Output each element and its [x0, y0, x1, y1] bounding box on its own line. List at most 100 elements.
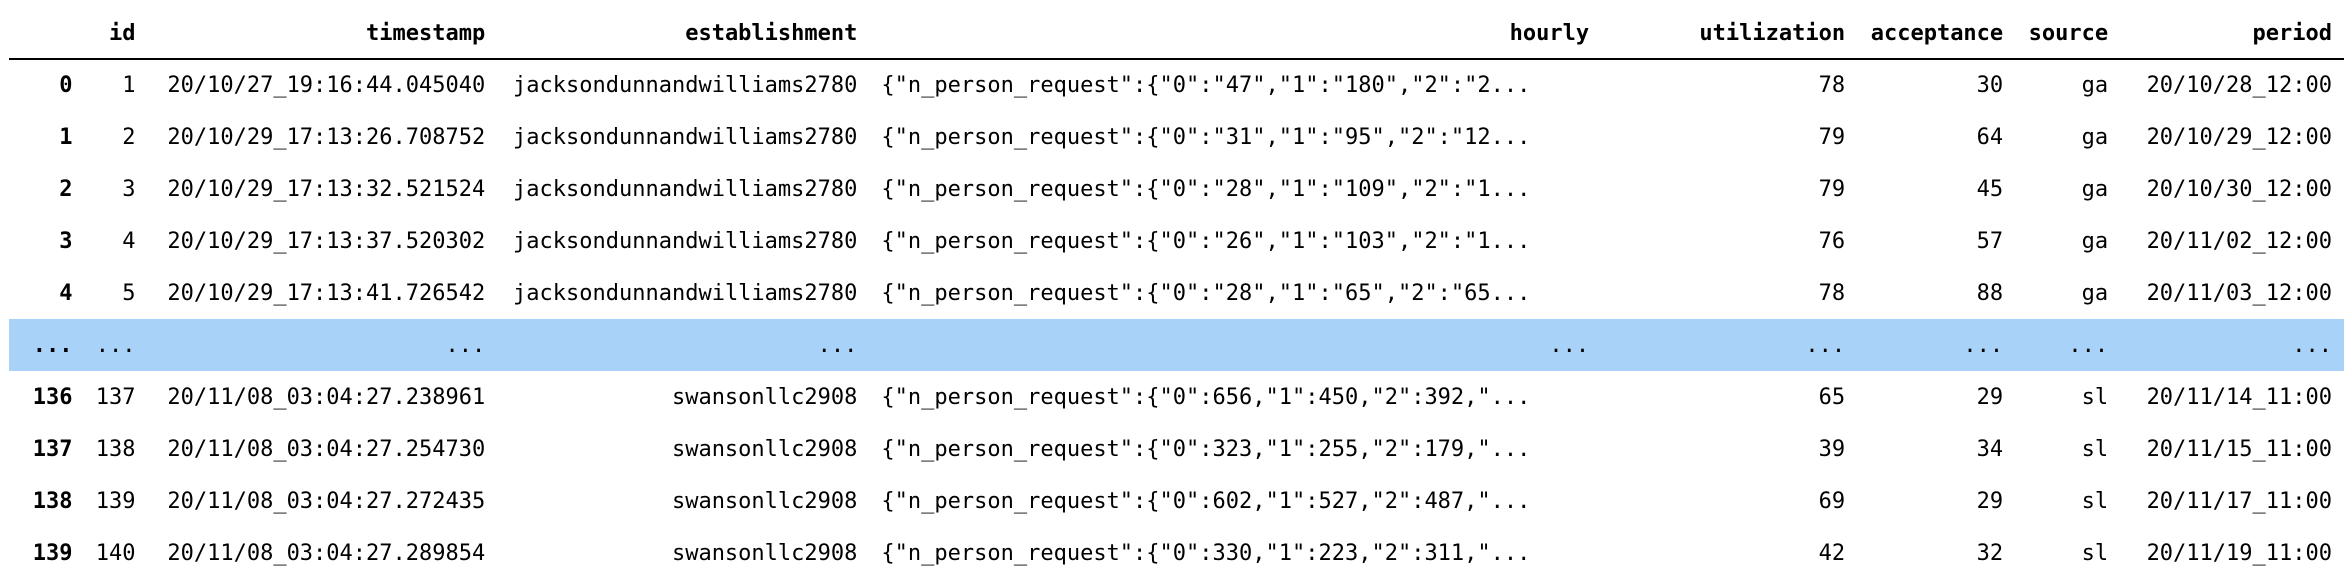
cell-timestamp: 20/10/29_17:13:32.521524 [167, 176, 486, 202]
table-row: 137 138 20/11/08_03:04:27.254730 swansonllc… [9, 423, 2344, 475]
cell-index: 2 [59, 176, 73, 202]
cell-source: ga [2081, 124, 2109, 150]
cell-utilization: 76 [1818, 228, 1846, 254]
cell-source: sl [2081, 384, 2109, 410]
cell-id: 3 [122, 176, 136, 202]
cell-id: 1 [122, 73, 136, 98]
cell-acceptance: 88 [1976, 280, 2004, 306]
cell-timestamp: 20/11/08_03:04:27.289854 [167, 540, 486, 566]
cell-acceptance: ... [1963, 332, 2004, 358]
column-header-timestamp: timestamp [147, 8, 498, 60]
cell-period: 20/10/30_12:00 [2146, 176, 2332, 202]
column-header-source: source [2015, 8, 2121, 60]
cell-acceptance: 45 [1976, 176, 2004, 202]
cell-hourly: {"n_person_request":{"0":"31","1":"95","… [881, 124, 1531, 150]
cell-hourly: ... [1549, 332, 1590, 358]
cell-index: 4 [59, 280, 73, 306]
cell-index: 1 [59, 124, 73, 150]
cell-acceptance: 32 [1976, 540, 2004, 566]
cell-period: 20/11/19_11:00 [2146, 540, 2332, 566]
cell-id: 4 [122, 228, 136, 254]
cell-source: ga [2081, 73, 2109, 98]
cell-hourly: {"n_person_request":{"0":323,"1":255,"2"… [881, 436, 1531, 462]
cell-utilization: 79 [1818, 124, 1846, 150]
cell-hourly: {"n_person_request":{"0":330,"1":223,"2"… [881, 540, 1531, 566]
table-body: 0 1 20/10/27_19:16:44.045040 jacksondunnand… [9, 59, 2344, 579]
cell-utilization: 65 [1818, 384, 1846, 410]
cell-acceptance: 30 [1976, 73, 2004, 98]
cell-index: 137 [32, 436, 73, 462]
cell-establishment: jacksondunnandwilliams2780 [513, 176, 858, 202]
cell-establishment: swansonllc2908 [671, 488, 858, 514]
cell-timestamp: 20/11/08_03:04:27.272435 [167, 488, 486, 514]
cell-id: 137 [95, 384, 136, 410]
cell-hourly: {"n_person_request":{"0":"26","1":"103",… [881, 228, 1531, 254]
cell-id: 138 [95, 436, 136, 462]
cell-utilization: 42 [1818, 540, 1846, 566]
table-row: 3 4 20/10/29_17:13:37.520302 jacksondunnand… [9, 215, 2344, 267]
table-header: id timestamp establishment hourly utiliz… [9, 8, 2344, 60]
cell-index: 139 [32, 540, 73, 566]
table-row: 2 3 20/10/29_17:13:32.521524 jacksondunnand… [9, 163, 2344, 215]
cell-acceptance: 29 [1976, 488, 2004, 514]
column-header-acceptance: acceptance [1857, 8, 2016, 60]
column-header-id: id [84, 8, 148, 60]
cell-source: ga [2081, 280, 2109, 306]
cell-acceptance: 34 [1976, 436, 2004, 462]
ellipsis-row: ........................... [9, 319, 2344, 371]
cell-period: 20/11/03_12:00 [2146, 280, 2332, 306]
header-row: id timestamp establishment hourly utiliz… [9, 8, 2344, 60]
cell-id: 2 [122, 124, 136, 150]
cell-timestamp: ... [445, 332, 486, 358]
cell-hourly: {"n_person_request":{"0":"47","1":"180",… [881, 73, 1531, 98]
column-header-period: period [2120, 8, 2344, 60]
column-header-index [9, 8, 85, 60]
cell-source: sl [2081, 488, 2109, 514]
cell-index: 0 [59, 73, 73, 98]
cell-period: 20/11/17_11:00 [2146, 488, 2332, 514]
cell-source: ga [2081, 228, 2109, 254]
cell-establishment: swansonllc2908 [671, 540, 858, 566]
table-row: 1 2 20/10/29_17:13:26.708752 jacksondunnand… [9, 111, 2344, 163]
cell-index: 138 [32, 488, 73, 514]
cell-hourly: {"n_person_request":{"0":"28","1":"109",… [881, 176, 1531, 202]
cell-utilization: 69 [1818, 488, 1846, 514]
table-row: 0 1 20/10/27_19:16:44.045040 jacksondunnand… [9, 59, 2344, 111]
table-row: 136 137 20/11/08_03:04:27.238961 swansonllc… [9, 371, 2344, 423]
cell-period: 20/11/14_11:00 [2146, 384, 2332, 410]
cell-hourly: {"n_person_request":{"0":656,"1":450,"2"… [881, 384, 1531, 410]
cell-timestamp: 20/11/08_03:04:27.238961 [167, 384, 486, 410]
cell-establishment: ... [817, 332, 858, 358]
column-header-utilization: utilization [1601, 8, 1858, 60]
cell-source: ga [2081, 176, 2109, 202]
cell-source: ... [2068, 332, 2109, 358]
cell-timestamp: 20/10/29_17:13:41.726542 [167, 280, 486, 306]
cell-establishment: jacksondunnandwilliams2780 [513, 228, 858, 254]
cell-timestamp: 20/10/27_19:16:44.045040 [167, 73, 486, 98]
table-row: 138 139 20/11/08_03:04:27.272435 swansonllc… [9, 475, 2344, 527]
cell-timestamp: 20/10/29_17:13:37.520302 [167, 228, 486, 254]
cell-id: 140 [95, 540, 136, 566]
dataframe-table: id timestamp establishment hourly utiliz… [9, 8, 2344, 579]
cell-timestamp: 20/11/08_03:04:27.254730 [167, 436, 486, 462]
cell-establishment: swansonllc2908 [671, 384, 858, 410]
table-row: 139 140 20/11/08_03:04:27.289854 swansonllc… [9, 527, 2344, 579]
cell-acceptance: 57 [1976, 228, 2004, 254]
cell-utilization: 78 [1818, 280, 1846, 306]
cell-period: 20/11/15_11:00 [2146, 436, 2332, 462]
column-header-hourly: hourly [869, 8, 1602, 60]
cell-period: 20/10/28_12:00 [2146, 73, 2332, 98]
cell-hourly: {"n_person_request":{"0":602,"1":527,"2"… [881, 488, 1531, 514]
cell-establishment: jacksondunnandwilliams2780 [513, 124, 858, 150]
table-row: 4 5 20/10/29_17:13:41.726542 jacksondunnand… [9, 267, 2344, 319]
cell-establishment: swansonllc2908 [671, 436, 858, 462]
cell-establishment: jacksondunnandwilliams2780 [513, 280, 858, 306]
cell-acceptance: 29 [1976, 384, 2004, 410]
cell-establishment: jacksondunnandwilliams2780 [513, 73, 858, 98]
cell-index: 136 [32, 384, 73, 410]
cell-period: 20/11/02_12:00 [2146, 228, 2332, 254]
cell-period: ... [2292, 332, 2332, 358]
cell-hourly: {"n_person_request":{"0":"28","1":"65","… [881, 280, 1531, 306]
cell-index: ... [32, 332, 73, 358]
cell-source: sl [2081, 436, 2109, 462]
